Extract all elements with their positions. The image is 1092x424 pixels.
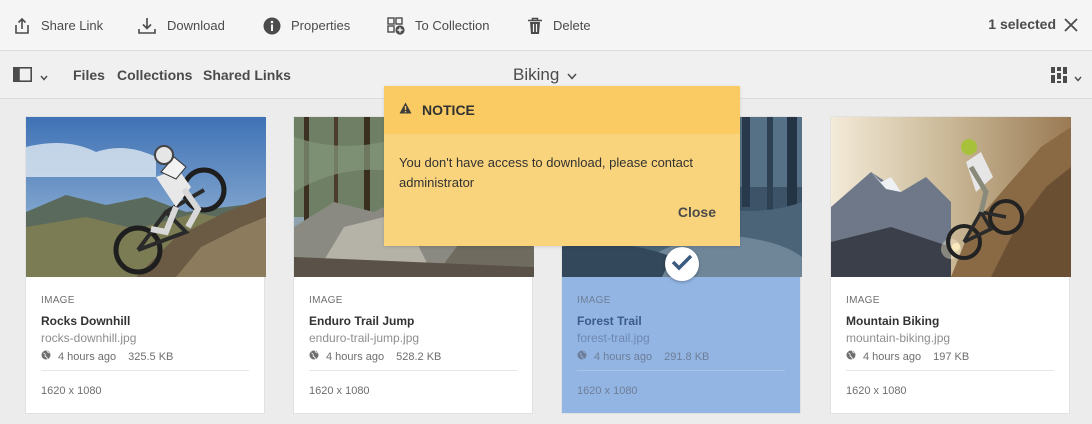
card-view-icon: [1051, 67, 1067, 88]
asset-filename: rocks-downhill.jpg: [41, 331, 137, 345]
asset-size: 291.8 KB: [664, 350, 710, 363]
asset-filename: forest-trail.jpg: [577, 331, 650, 345]
share-icon: [13, 17, 31, 35]
share-link-button[interactable]: Share Link: [13, 0, 103, 51]
globe-icon: [846, 350, 856, 363]
notice-title: NOTICE: [422, 102, 475, 118]
download-label: Download: [167, 18, 225, 33]
divider: [41, 370, 249, 371]
asset-dimensions: 1620 x 1080: [577, 385, 638, 397]
asset-size: 528.2 KB: [396, 350, 442, 363]
view-switcher[interactable]: [1051, 67, 1082, 88]
to-collection-label: To Collection: [415, 18, 490, 33]
delete-label: Delete: [553, 18, 591, 33]
notice-toast: NOTICE You don't have access to download…: [384, 86, 740, 246]
rail-toggle-button[interactable]: [13, 67, 48, 87]
selection-check[interactable]: [665, 247, 699, 281]
notice-header: NOTICE: [384, 86, 740, 134]
add-to-collection-icon: [387, 16, 405, 35]
to-collection-button[interactable]: To Collection: [387, 0, 489, 51]
nav-collections[interactable]: Collections: [117, 67, 192, 83]
close-icon[interactable]: [1063, 17, 1079, 38]
globe-icon: [41, 350, 51, 363]
download-button[interactable]: Download: [137, 0, 225, 51]
asset-size: 197 KB: [933, 350, 970, 363]
asset-title: Enduro Trail Jump: [309, 314, 415, 328]
download-icon: [137, 17, 157, 35]
action-bar: Share Link Download Properties To Collec…: [0, 0, 1092, 51]
asset-type: IMAGE: [309, 295, 343, 306]
asset-title: Forest Trail: [577, 314, 642, 328]
divider: [846, 370, 1054, 371]
asset-modified: 4 hours ago: [58, 350, 117, 363]
selection-count: 1 selected: [988, 16, 1056, 32]
asset-modified: 4 hours ago: [326, 350, 385, 363]
share-link-label: Share Link: [41, 18, 104, 33]
warning-icon: [399, 101, 412, 119]
chevron-down-icon: [40, 68, 48, 86]
properties-button[interactable]: Properties: [263, 0, 350, 51]
asset-type: IMAGE: [41, 295, 75, 306]
globe-icon: [577, 350, 587, 363]
nav-shared-links[interactable]: Shared Links: [203, 67, 291, 83]
info-icon: [263, 17, 281, 35]
asset-modified: 4 hours ago: [594, 350, 653, 363]
notice-message: You don't have access to download, pleas…: [399, 155, 693, 190]
folder-title-dropdown[interactable]: Biking: [513, 65, 577, 85]
globe-icon: [309, 350, 319, 363]
asset-title: Mountain Biking: [846, 314, 940, 328]
divider: [577, 370, 785, 371]
asset-title: Rocks Downhill: [41, 314, 131, 328]
asset-thumbnail: [26, 117, 266, 277]
chevron-down-icon: [1074, 69, 1082, 87]
asset-dimensions: 1620 x 1080: [309, 385, 370, 397]
asset-type: IMAGE: [846, 295, 880, 306]
asset-size: 325.5 KB: [128, 350, 174, 363]
asset-modified: 4 hours ago: [863, 350, 922, 363]
asset-dimensions: 1620 x 1080: [846, 385, 907, 397]
asset-card[interactable]: IMAGE Mountain Biking mountain-biking.jp…: [830, 116, 1071, 414]
asset-type: IMAGE: [577, 295, 611, 306]
trash-icon: [527, 17, 543, 35]
checkmark-icon: [671, 253, 693, 276]
nav-files[interactable]: Files: [73, 67, 105, 83]
asset-filename: mountain-biking.jpg: [846, 331, 951, 345]
delete-button[interactable]: Delete: [527, 0, 591, 51]
asset-thumbnail: [831, 117, 1071, 277]
divider: [309, 370, 517, 371]
folder-title: Biking: [513, 65, 560, 84]
chevron-down-icon: [559, 65, 577, 85]
notice-close-button[interactable]: Close: [678, 204, 716, 220]
rail-toggle-icon: [13, 67, 32, 87]
asset-filename: enduro-trail-jump.jpg: [309, 331, 420, 345]
properties-label: Properties: [291, 18, 351, 33]
asset-dimensions: 1620 x 1080: [41, 385, 102, 397]
asset-card[interactable]: IMAGE Rocks Downhill rocks-downhill.jpg …: [25, 116, 266, 414]
